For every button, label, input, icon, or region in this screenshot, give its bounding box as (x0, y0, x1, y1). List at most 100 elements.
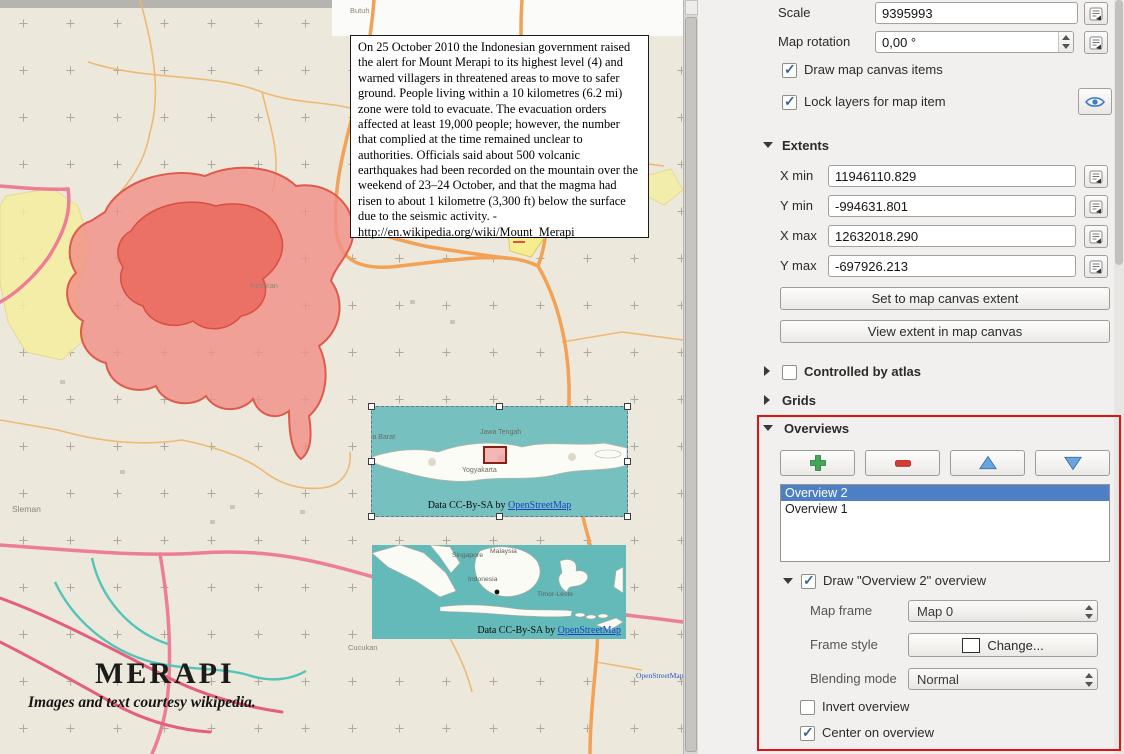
data-defined-override-icon (1089, 260, 1103, 274)
canvas-edge (0, 0, 332, 8)
ymax-data-defined-button[interactable] (1084, 255, 1108, 278)
xmin-input[interactable] (828, 165, 1076, 187)
spinbox-arrows[interactable] (1058, 32, 1073, 52)
data-defined-override-icon (1089, 200, 1103, 214)
add-overview-button[interactable] (780, 450, 855, 476)
selection-handle[interactable] (368, 458, 375, 465)
page-margin (332, 0, 683, 36)
move-overview-down-button[interactable] (1035, 450, 1110, 476)
extents-title: Extents (782, 137, 829, 155)
blending-mode-combo[interactable]: Normal (908, 668, 1098, 690)
selection-handle[interactable] (368, 403, 375, 410)
overviews-collapse-arrow[interactable] (763, 425, 773, 431)
openstreetmap-link[interactable]: OpenStreetMap (558, 625, 621, 636)
overview2-label: Timor-Leste (537, 591, 573, 598)
scale-data-defined-button[interactable] (1084, 2, 1108, 25)
draw-overview-checkbox[interactable] (801, 574, 816, 589)
spin-down-icon[interactable] (1062, 44, 1070, 49)
ymin-label: Y min (780, 197, 813, 215)
scrollbar-button[interactable] (685, 0, 698, 15)
map-rotation-spinbox[interactable] (875, 31, 1074, 53)
selection-handle[interactable] (496, 403, 503, 410)
layer-visibility-preset-button[interactable] (1078, 88, 1112, 115)
openstreetmap-link[interactable]: OpenStreetMap (508, 500, 571, 511)
overviews-list[interactable]: Overview 2 Overview 1 (780, 484, 1110, 562)
frame-style-change-button[interactable]: Change... (908, 633, 1098, 657)
print-composer-canvas[interactable]: Butuh Kemiran Sleman Cucukan On 25 Octob… (0, 0, 683, 754)
ymax-label: Y max (780, 257, 817, 275)
scale-input[interactable] (875, 2, 1078, 24)
overview-map-2-item[interactable]: Singapore Malaysia Indonesia Timor-Leste… (372, 545, 626, 639)
annotation-url: http://en.wikipedia.org/wiki/Mount_Merap… (358, 225, 575, 239)
selection-handle[interactable] (496, 513, 503, 520)
invert-overview-checkbox[interactable] (800, 700, 815, 715)
draw-overview-collapse-arrow[interactable] (783, 578, 793, 584)
remove-overview-button[interactable] (865, 450, 940, 476)
overview2-label: Indonesia (468, 576, 498, 583)
overview1-credit: Data CC-By-SA by OpenStreetMap (372, 500, 627, 511)
extents-collapse-arrow[interactable] (763, 142, 773, 148)
overview2-label: Malaysia (490, 548, 517, 555)
credit-text: Data CC-By-SA by (428, 500, 508, 511)
item-properties-panel: Scale Map rotation Draw map canvas items… (698, 0, 1114, 754)
frame-color-swatch (962, 638, 980, 653)
overview-list-item[interactable]: Overview 2 (781, 485, 1109, 501)
spin-up-icon[interactable] (1062, 35, 1070, 40)
draw-overview-label: Draw "Overview 2" overview (823, 572, 986, 590)
selection-handle[interactable] (624, 513, 631, 520)
scrollbar-thumb[interactable] (685, 17, 697, 752)
atlas-checkbox[interactable] (782, 365, 797, 380)
data-defined-override-icon (1089, 7, 1103, 21)
overviews-title: Overviews (784, 420, 849, 438)
ymin-data-defined-button[interactable] (1084, 195, 1108, 218)
map-vertical-scrollbar[interactable] (683, 0, 698, 754)
panel-scrollbar[interactable] (1114, 0, 1124, 754)
place-label: Cucukan (348, 643, 378, 652)
atlas-title: Controlled by atlas (804, 363, 921, 381)
overview-map-1-item[interactable]: Jawa Barat Jawa Tengah Yogyakarta Data C… (371, 406, 628, 517)
selection-handle[interactable] (624, 458, 631, 465)
overview2-credit: Data CC-By-SA by OpenStreetMap (477, 625, 621, 636)
selection-handle[interactable] (624, 403, 631, 410)
view-extent-in-map-canvas-button[interactable]: View extent in map canvas (780, 320, 1110, 343)
overview-list-item[interactable]: Overview 1 (781, 501, 1109, 517)
xmin-label: X min (780, 167, 813, 185)
map-frame-label: Map frame (810, 602, 872, 620)
grids-title: Grids (782, 392, 816, 410)
ymax-input[interactable] (828, 255, 1076, 277)
panel-scrollbar-thumb[interactable] (1115, 0, 1123, 265)
lock-layers-checkbox[interactable] (782, 95, 797, 110)
credit-text: Data CC-By-SA by (477, 625, 557, 636)
combo-arrows (1081, 670, 1096, 690)
annotation-text: On 25 October 2010 the Indonesian govern… (358, 40, 638, 223)
center-on-overview-checkbox[interactable] (800, 726, 815, 741)
set-to-map-canvas-extent-button[interactable]: Set to map canvas extent (780, 287, 1110, 310)
draw-canvas-items-checkbox[interactable] (782, 63, 797, 78)
scale-label: Scale (778, 4, 811, 22)
overview1-label: Jawa Barat (372, 434, 395, 441)
frame-style-label: Frame style (810, 636, 878, 654)
xmax-input[interactable] (828, 225, 1076, 247)
xmax-data-defined-button[interactable] (1084, 225, 1108, 248)
annotation-text-item[interactable]: On 25 October 2010 the Indonesian govern… (350, 35, 649, 238)
ymin-input[interactable] (828, 195, 1076, 217)
rotation-data-defined-button[interactable] (1084, 31, 1108, 54)
spin-up-icon (1085, 605, 1093, 610)
atlas-collapse-arrow[interactable] (764, 366, 770, 376)
selection-handle[interactable] (368, 513, 375, 520)
invert-overview-label: Invert overview (822, 698, 909, 716)
overview2-label: Singapore (452, 552, 483, 559)
eye-icon (1085, 95, 1105, 109)
data-defined-override-icon (1089, 36, 1103, 50)
map-subtitle[interactable]: Images and text courtesy wikipedia. (28, 694, 256, 712)
move-overview-up-button[interactable] (950, 450, 1025, 476)
xmin-data-defined-button[interactable] (1084, 165, 1108, 188)
place-label: Kemiran (250, 281, 278, 290)
map-rotation-input[interactable] (875, 31, 1074, 53)
map-frame-combo[interactable]: Map 0 (908, 600, 1098, 622)
data-defined-override-icon (1089, 170, 1103, 184)
grids-collapse-arrow[interactable] (764, 395, 770, 405)
map-corner-credit: OpenStreetMap (636, 671, 683, 680)
map-title[interactable]: MERAPI (95, 657, 235, 691)
draw-canvas-items-label: Draw map canvas items (804, 61, 943, 79)
